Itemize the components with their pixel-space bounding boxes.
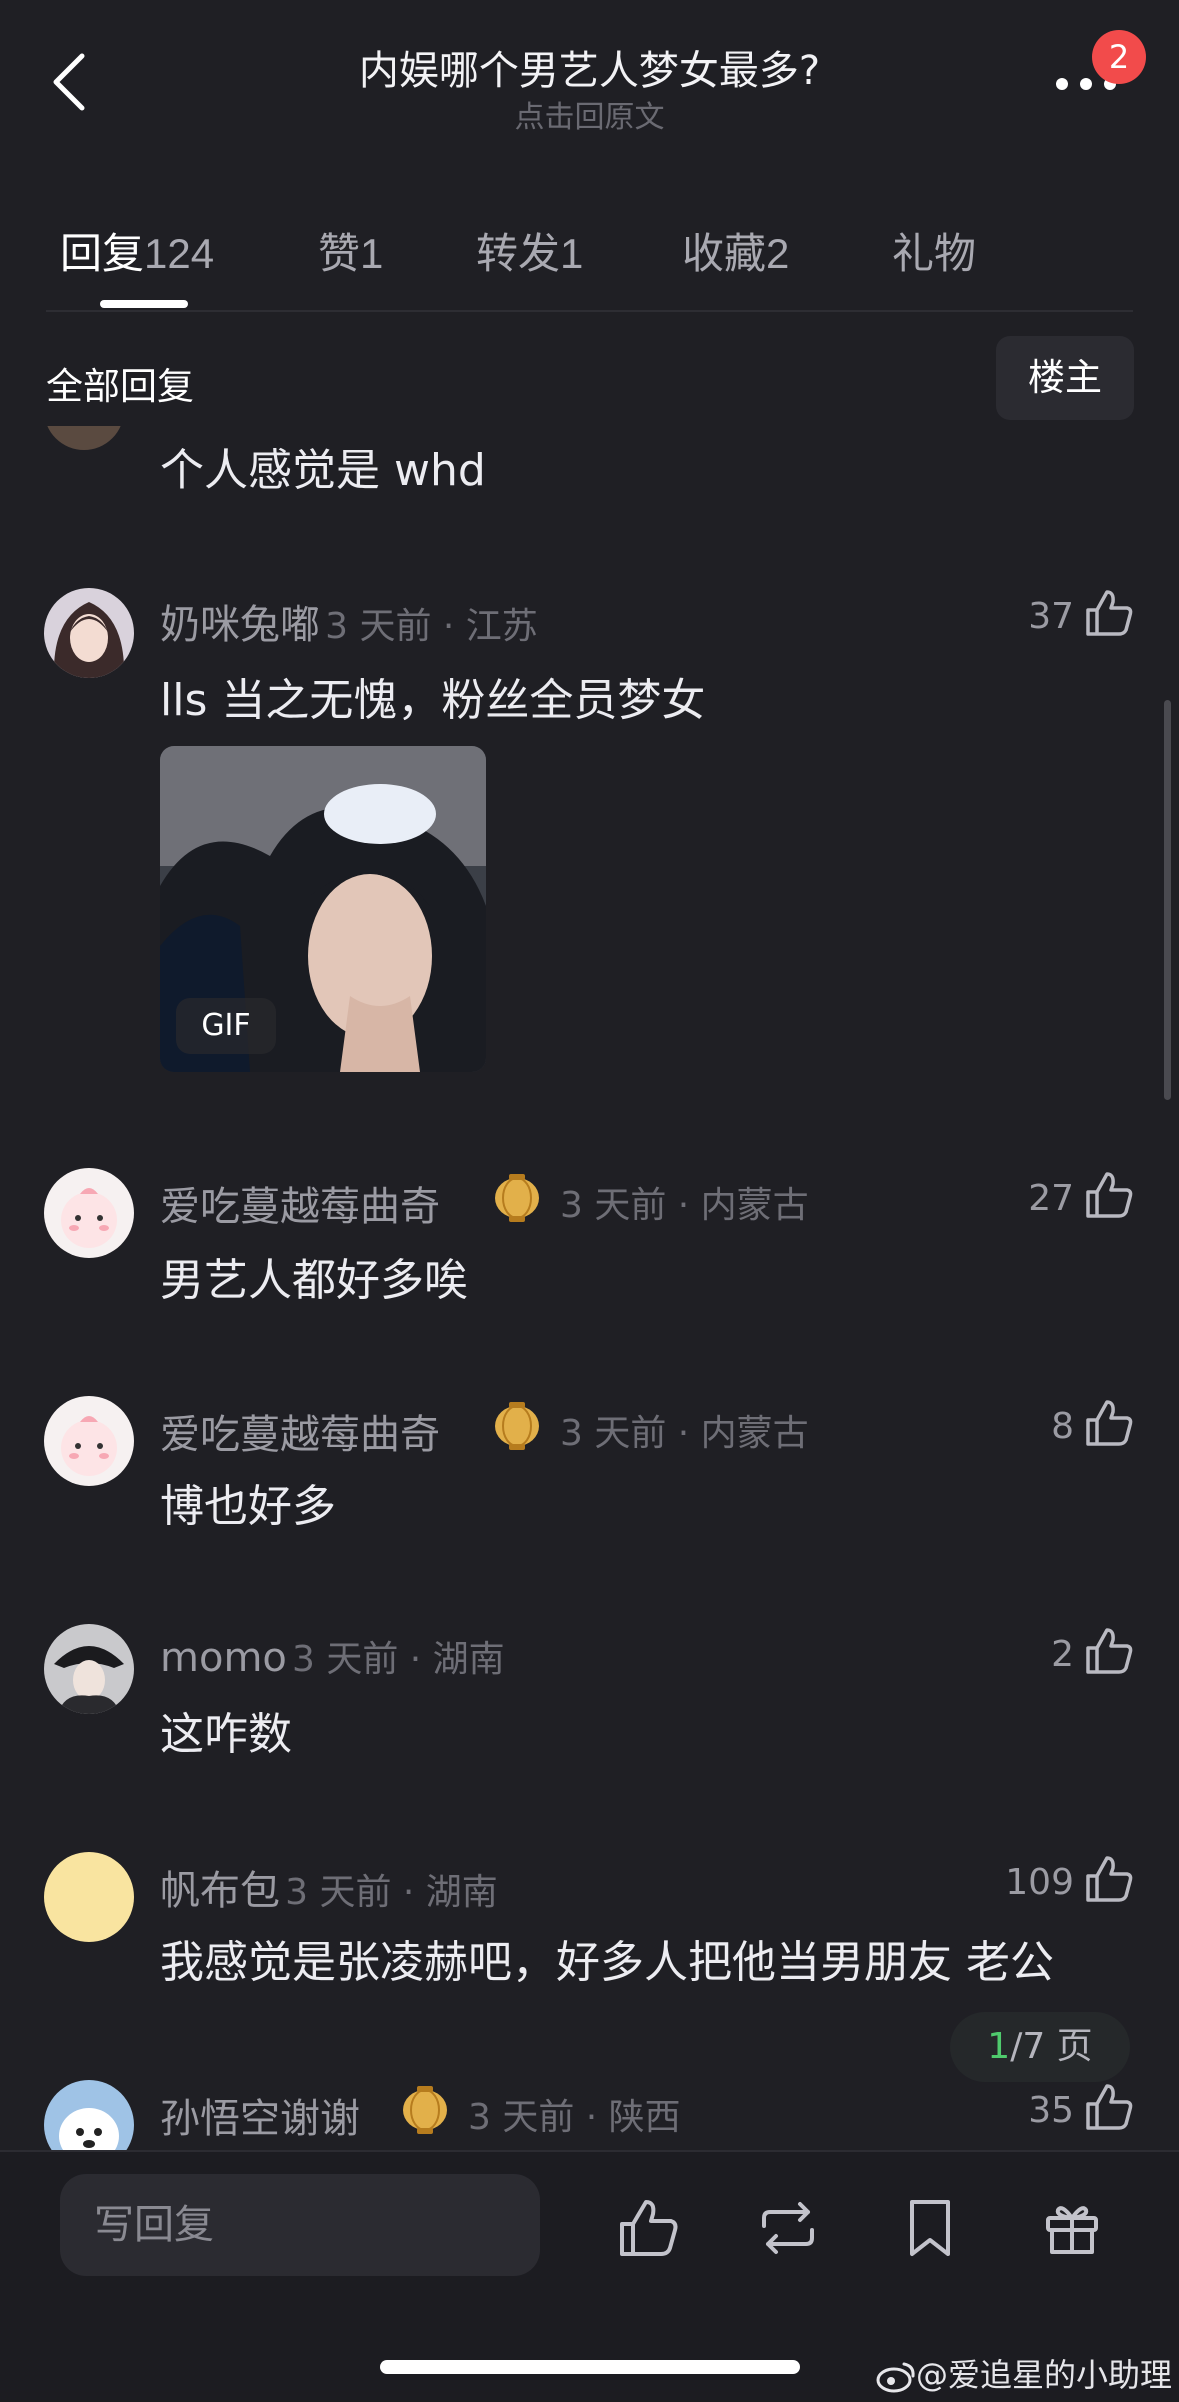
weibo-watermark: @爱追星的小助理 — [876, 2350, 1172, 2396]
comment-meta: 3 天前 · 内蒙古 — [560, 1413, 809, 1454]
thumbs-up-icon[interactable] — [1084, 2082, 1134, 2132]
avatar-image — [44, 1396, 134, 1486]
thumbs-up-icon[interactable] — [1084, 1626, 1134, 1676]
gif-image[interactable]: GIF — [160, 746, 486, 1072]
comment-text: 个人感觉是 whd — [160, 445, 486, 496]
reply-input[interactable]: 写回复 — [60, 2174, 540, 2276]
avatar[interactable] — [44, 1624, 134, 1714]
thumbs-up-icon[interactable] — [1084, 1854, 1134, 1904]
username[interactable]: 孙悟空谢谢 — [160, 2096, 360, 2142]
tab-count: 124 — [144, 230, 215, 277]
current-page: 1 — [987, 2026, 1011, 2067]
comment-text: 我感觉是张凌赫吧，好多人把他当男朋友 老公 — [160, 1937, 1054, 1988]
like-count: 109 — [1005, 1862, 1074, 1903]
avatar-image — [44, 1624, 134, 1714]
avatar-image — [44, 1168, 134, 1258]
author-filter-button[interactable]: 楼主 — [996, 336, 1134, 420]
tab-count: 1 — [560, 230, 584, 277]
username[interactable]: 爱吃蔓越莓曲奇 — [160, 1412, 440, 1458]
comment-text: 这咋数 — [160, 1709, 292, 1760]
comment-text: 男艺人都好多唉 — [160, 1255, 468, 1306]
thumbs-up-icon[interactable] — [1084, 1170, 1134, 1220]
avatar[interactable] — [44, 588, 134, 678]
avatar[interactable] — [44, 426, 124, 450]
tab-gifts[interactable]: 礼物 — [892, 220, 976, 281]
repost-icon[interactable] — [756, 2196, 820, 2260]
avatar[interactable] — [44, 1852, 134, 1942]
comment-meta: 3 天前 · 江苏 — [325, 606, 538, 647]
like-count: 37 — [1028, 596, 1074, 637]
watermark-text: @爱追星的小助理 — [916, 2356, 1173, 2394]
page-title: 内娱哪个男艺人梦女最多? — [358, 48, 821, 94]
tab-replies[interactable]: 回复124 — [60, 220, 214, 281]
gif-badge: GIF — [176, 998, 276, 1054]
active-tab-indicator — [100, 300, 188, 308]
comment-text: lls 当之无愧，粉丝全员梦女 — [160, 675, 706, 726]
lantern-medal-icon — [403, 2086, 447, 2134]
gift-icon[interactable] — [1040, 2196, 1104, 2260]
back-to-original-link[interactable]: 点击回原文 — [0, 92, 1179, 136]
like-count: 8 — [1051, 1406, 1074, 1447]
comment-text: 博也好多 — [160, 1481, 336, 1532]
tab-label: 转发 — [476, 229, 561, 278]
tab-label: 礼物 — [892, 229, 977, 278]
username[interactable]: 奶咪兔嘟 — [160, 602, 320, 648]
total-pages: /7 页 — [1010, 2026, 1093, 2067]
tab-label: 赞 — [318, 229, 361, 278]
section-title: 全部回复 — [46, 365, 194, 408]
avatar-image — [44, 588, 134, 678]
tab-count: 2 — [766, 230, 790, 277]
tab-reposts[interactable]: 转发1 — [476, 220, 583, 281]
tab-label: 收藏 — [682, 229, 767, 278]
tab-favorites[interactable]: 收藏2 — [682, 220, 789, 281]
comment-meta: 3 天前 · 湖南 — [291, 1639, 505, 1680]
username[interactable]: 爱吃蔓越莓曲奇 — [160, 1184, 440, 1230]
thumbs-up-icon[interactable] — [1084, 588, 1134, 638]
like-count: 27 — [1028, 1178, 1074, 1219]
like-icon[interactable] — [616, 2196, 680, 2260]
tab-likes[interactable]: 赞1 — [318, 220, 383, 281]
like-count: 35 — [1028, 2090, 1074, 2131]
thumbs-up-icon[interactable] — [1084, 1398, 1134, 1448]
bookmark-icon[interactable] — [898, 2196, 962, 2260]
avatar[interactable] — [44, 1396, 134, 1486]
comment-meta: 3 天前 · 内蒙古 — [560, 1185, 809, 1226]
tab-count: 1 — [360, 230, 384, 277]
username[interactable]: momo — [160, 1635, 287, 1681]
like-count: 2 — [1051, 1634, 1074, 1675]
tabs-divider — [46, 310, 1133, 312]
lantern-medal-icon — [495, 1402, 539, 1450]
page-indicator[interactable]: 1/7 页 — [950, 2012, 1130, 2082]
comment-meta: 3 天前 · 陕西 — [468, 2097, 681, 2138]
avatar[interactable] — [44, 1168, 134, 1258]
comment-meta: 3 天前 · 湖南 — [285, 1872, 498, 1913]
home-indicator[interactable] — [380, 2360, 800, 2374]
tab-label: 回复 — [60, 229, 145, 278]
weibo-logo-icon — [876, 2362, 915, 2393]
scrollbar[interactable] — [1164, 700, 1171, 1100]
notification-badge: 2 — [1092, 30, 1146, 84]
username[interactable]: 帆布包 — [160, 1868, 280, 1914]
lantern-medal-icon — [495, 1174, 539, 1222]
